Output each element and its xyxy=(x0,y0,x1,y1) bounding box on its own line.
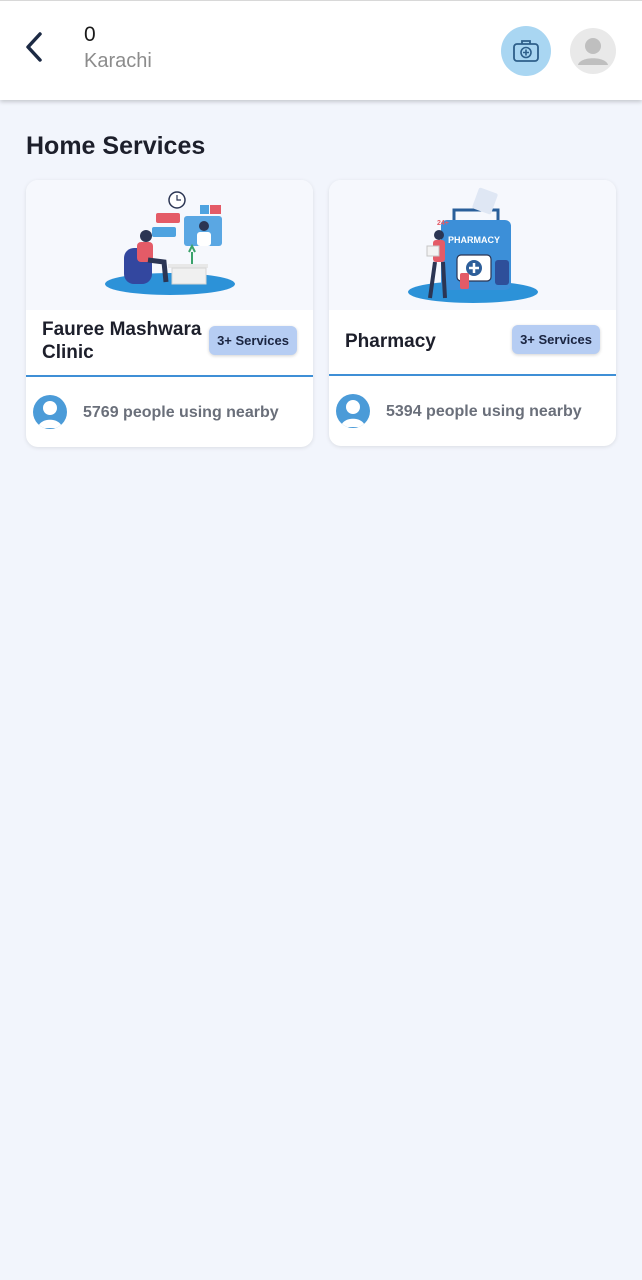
location-count: 0 xyxy=(84,23,96,46)
service-name-line-2: Clinic xyxy=(42,342,94,363)
nearby-usage-text: 5394 people using nearby xyxy=(386,403,582,420)
user-icon xyxy=(336,394,370,428)
location-city: Karachi xyxy=(84,50,152,72)
top-bar: 0 Karachi xyxy=(0,0,642,100)
chevron-left-icon xyxy=(26,32,42,62)
clinic-illustration xyxy=(26,180,313,310)
service-name-line-1: Fauree Mashwara xyxy=(42,319,202,340)
nearby-usage-text: 5769 people using nearby xyxy=(83,404,279,421)
user-avatar-icon xyxy=(578,38,608,65)
medical-kit-icon xyxy=(513,40,539,62)
services-count-badge[interactable]: 3+ Services xyxy=(209,326,297,355)
service-card-clinic[interactable]: Fauree Mashwara Clinic 3+ Services 5769 … xyxy=(26,180,313,447)
profile-avatar-button[interactable] xyxy=(570,28,616,74)
back-button[interactable] xyxy=(16,27,56,67)
service-card-pharmacy[interactable]: PHARMACY 24+ Pharmacy 3+ Services 5394 p… xyxy=(329,180,616,446)
card-divider xyxy=(329,374,616,376)
service-name: Fauree Mashwara Clinic xyxy=(42,318,201,364)
card-divider xyxy=(26,375,313,377)
user-icon xyxy=(33,395,67,429)
service-name: Pharmacy xyxy=(345,331,436,352)
pharmacy-image-text: PHARMACY xyxy=(448,235,500,245)
section-title: Home Services xyxy=(26,132,206,160)
pharmacy-illustration: PHARMACY 24+ xyxy=(329,180,616,310)
pharmacy-image-sign: 24+ xyxy=(437,220,449,227)
services-count-badge[interactable]: 3+ Services xyxy=(512,325,600,354)
medical-kit-button[interactable] xyxy=(501,26,551,76)
